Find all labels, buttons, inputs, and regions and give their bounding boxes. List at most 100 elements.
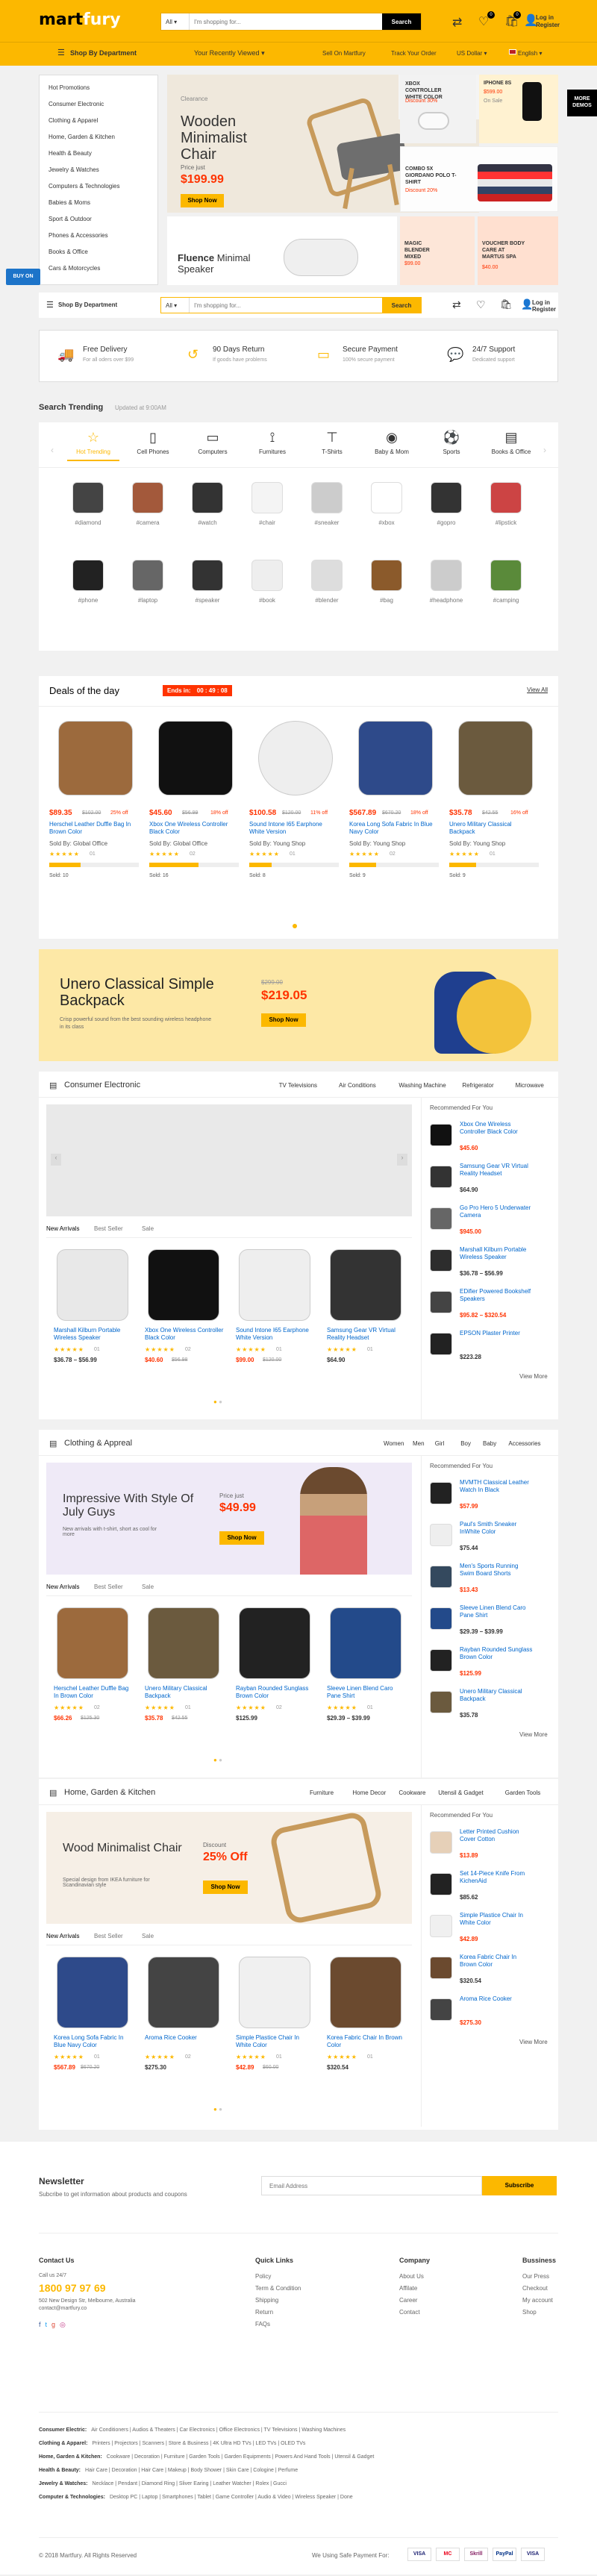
contact-email[interactable]: contact@martfury.co bbox=[39, 2306, 87, 2311]
product-card[interactable]: Rayban Rounded Sunglass Brown Color ★★★★★… bbox=[236, 1603, 318, 1737]
recommended-item[interactable]: Aroma Rice Cooker $275.30 bbox=[430, 1994, 552, 2033]
trending-item[interactable]: #camera bbox=[124, 482, 172, 526]
promo-shop-button[interactable]: Shop Now bbox=[261, 1013, 306, 1027]
menu-item[interactable]: Books & Office bbox=[40, 244, 157, 260]
facebook-icon[interactable]: f bbox=[39, 2321, 41, 2328]
menu-item[interactable]: Health & Beauty bbox=[40, 146, 157, 162]
footer-link[interactable]: Shop bbox=[522, 2309, 537, 2316]
product-card[interactable]: Korea Long Sofa Fabric In Blue Navy Colo… bbox=[54, 1952, 136, 2086]
footer-link[interactable]: Contact bbox=[399, 2309, 420, 2316]
recommended-item[interactable]: EDifier Powered Bookshelf Speakers $95.82… bbox=[430, 1287, 552, 1325]
category-link[interactable]: Home Decor bbox=[352, 1789, 386, 1796]
category-link[interactable]: Refrigerator bbox=[462, 1082, 493, 1089]
menu-item[interactable]: Hot Promotions bbox=[40, 80, 157, 96]
trending-item[interactable]: #xbox bbox=[363, 482, 410, 526]
footer-link[interactable]: FAQs bbox=[255, 2321, 270, 2328]
product-card[interactable]: Unero Military Classical Backpack ★★★★★ 01… bbox=[145, 1603, 227, 1737]
recommended-item[interactable]: Men's Sports Running Swim Board Shorts $1… bbox=[430, 1561, 552, 1600]
menu-item[interactable]: Computers & Technologies bbox=[40, 178, 157, 195]
footer-link[interactable]: Return bbox=[255, 2309, 273, 2316]
trending-tab[interactable]: ☆ Hot Trending bbox=[67, 430, 119, 461]
recommended-item[interactable]: Sleeve Linen Blend Caro Pane Shirt $29.39… bbox=[430, 1603, 552, 1642]
product-name[interactable]: Xbox One Wireless Controller Black Color bbox=[145, 1327, 224, 1342]
product-card[interactable]: Simple Plastice Chair In White Color ★★★★… bbox=[236, 1952, 318, 2086]
search-category-select[interactable]: All ▾ bbox=[161, 13, 190, 30]
hero-shop-button[interactable]: Shop Now bbox=[181, 194, 224, 207]
deal-product-name[interactable]: Sound Intone I65 Earphone White Version bbox=[249, 821, 339, 836]
banner-speaker[interactable] bbox=[167, 216, 397, 285]
recommended-name[interactable]: Sleeve Linen Blend Caro Pane Shirt bbox=[460, 1604, 534, 1619]
trending-item[interactable]: #sneaker bbox=[303, 482, 351, 526]
recommended-name[interactable]: Letter Printed Cushion Cover Cotton bbox=[460, 1828, 534, 1843]
deal-product-card[interactable]: $567.89 $670.20 18% off Korea Long Sofa Fab… bbox=[349, 713, 443, 915]
recommended-item[interactable]: EPSON Plaster Printer $223.28 bbox=[430, 1328, 552, 1367]
sticky-login-link[interactable]: Log in bbox=[532, 299, 550, 306]
product-name[interactable]: Aroma Rice Cooker bbox=[145, 2034, 224, 2042]
recommended-item[interactable]: Xbox One Wireless Controller Black Color… bbox=[430, 1119, 552, 1158]
trending-next-arrow[interactable]: › bbox=[543, 445, 546, 455]
product-card[interactable]: Sound Intone I65 Earphone White Version ★… bbox=[236, 1245, 318, 1379]
trending-tab[interactable]: ▯ Cell Phones bbox=[127, 430, 179, 455]
trending-tab[interactable]: ⟟ Furnitures bbox=[246, 430, 298, 455]
deal-product-card[interactable]: $45.60 $56.99 18% off Xbox One Wireless Con… bbox=[149, 713, 243, 915]
category-link[interactable]: Baby bbox=[483, 1440, 496, 1447]
category-link[interactable]: Furniture bbox=[310, 1789, 334, 1796]
footer-link[interactable]: Affilate bbox=[399, 2285, 417, 2292]
menu-item[interactable]: Phones & Accessories bbox=[40, 228, 157, 244]
category-link[interactable]: Utensil & Gadget bbox=[438, 1789, 483, 1796]
newsletter-subscribe-button[interactable]: Subscribe bbox=[482, 2176, 557, 2195]
product-name[interactable]: Korea Long Sofa Fabric In Blue Navy Colo… bbox=[54, 2034, 133, 2049]
trending-tab[interactable]: ▭ Computers bbox=[187, 430, 239, 455]
product-tab[interactable]: Sale bbox=[142, 1225, 154, 1232]
menu-item[interactable]: Babies & Moms bbox=[40, 195, 157, 211]
menu-item[interactable]: Sport & Outdoor bbox=[40, 211, 157, 228]
track-order-link[interactable]: Track Your Order bbox=[391, 50, 437, 57]
category-link[interactable]: Cookware bbox=[398, 1789, 425, 1796]
menu-item[interactable]: Cars & Motorcycles bbox=[40, 260, 157, 277]
compare-icon[interactable]: ⇄ bbox=[452, 15, 462, 30]
login-link[interactable]: Log in bbox=[536, 14, 554, 21]
product-tab[interactable]: Sale bbox=[142, 1933, 154, 1939]
recommended-name[interactable]: Marshall Kilburn Portable Wireless Speak… bbox=[460, 1246, 534, 1261]
product-name[interactable]: Simple Plastice Chair In White Color bbox=[236, 2034, 315, 2049]
product-card[interactable]: Marshall Kilburn Portable Wireless Speak… bbox=[54, 1245, 136, 1379]
footer-category-links[interactable]: Hair Care | Decoration | Hair Care | Mak… bbox=[85, 2468, 298, 2473]
recommended-item[interactable]: Set 14-Piece Knife From KichenAid $85.62 bbox=[430, 1869, 552, 1907]
recommended-item[interactable]: Korea Fabric Chair In Brown Color $320.54 bbox=[430, 1952, 552, 1991]
sticky-search-category[interactable]: All ▾ bbox=[161, 298, 190, 313]
sticky-wishlist-icon[interactable]: ♡ bbox=[476, 298, 486, 311]
product-tab[interactable]: New Arrivals bbox=[46, 1933, 79, 1939]
trending-tab[interactable]: ⊤ T-Shirts bbox=[306, 430, 358, 455]
product-card[interactable]: Samsung Gear VR Virtual Reality Headset ★… bbox=[327, 1245, 409, 1379]
trending-item[interactable]: #diamond bbox=[64, 482, 112, 526]
sticky-compare-icon[interactable]: ⇄ bbox=[452, 298, 461, 311]
banner-prev-arrow[interactable]: ‹ bbox=[51, 1154, 61, 1166]
product-card[interactable]: Sleeve Linen Blend Caro Pane Shirt ★★★★★ 0… bbox=[327, 1603, 409, 1737]
recommended-name[interactable]: Xbox One Wireless Controller Black Color bbox=[460, 1121, 534, 1136]
menu-item[interactable]: Home, Garden & Kitchen bbox=[40, 129, 157, 146]
product-name[interactable]: Samsung Gear VR Virtual Reality Headset bbox=[327, 1327, 406, 1342]
sticky-department[interactable]: Shop By Department bbox=[58, 301, 117, 308]
recommended-item[interactable]: Go Pro Hero 5 Underwater Camera $945.00 bbox=[430, 1203, 552, 1242]
menu-item[interactable]: Jewelry & Watches bbox=[40, 162, 157, 178]
clothing-banner-button[interactable]: Shop Now bbox=[219, 1531, 264, 1545]
recommended-item[interactable]: Paul's Smith Sneaker InWhite Color $75.44 bbox=[430, 1519, 552, 1558]
search-input[interactable] bbox=[190, 13, 382, 30]
buy-on-button[interactable]: BUY ON bbox=[6, 269, 40, 285]
twitter-icon[interactable]: t bbox=[46, 2321, 48, 2328]
currency-select[interactable]: US Dollar ▾ bbox=[457, 50, 487, 57]
menu-icon[interactable]: ☰ bbox=[57, 48, 65, 57]
trending-tab[interactable]: ◉ Baby & Mom bbox=[366, 430, 418, 455]
recommended-name[interactable]: Go Pro Hero 5 Underwater Camera bbox=[460, 1204, 534, 1219]
footer-category-links[interactable]: Air Conditioners | Audios & Theaters | C… bbox=[91, 2427, 346, 2433]
recommended-item[interactable]: Unero Military Classical Backpack $35.78 bbox=[430, 1686, 552, 1725]
deal-product-card[interactable]: $100.58 $120.00 11% off Sound Intone I65 Ea… bbox=[249, 713, 343, 915]
recommended-name[interactable]: Paul's Smith Sneaker InWhite Color bbox=[460, 1521, 534, 1536]
recommended-name[interactable]: Men's Sports Running Swim Board Shorts bbox=[460, 1563, 534, 1578]
category-link[interactable]: Boy bbox=[460, 1440, 471, 1447]
promo-banner[interactable]: Unero Classical Simple Backpack $299.00 … bbox=[39, 949, 558, 1061]
product-tab[interactable]: Sale bbox=[142, 1584, 154, 1590]
product-card[interactable]: Aroma Rice Cooker ★★★★★ 02 $275.30 bbox=[145, 1952, 227, 2086]
product-name[interactable]: Sound Intone I65 Earphone White Version bbox=[236, 1327, 315, 1342]
register-link[interactable]: Register bbox=[536, 22, 560, 28]
